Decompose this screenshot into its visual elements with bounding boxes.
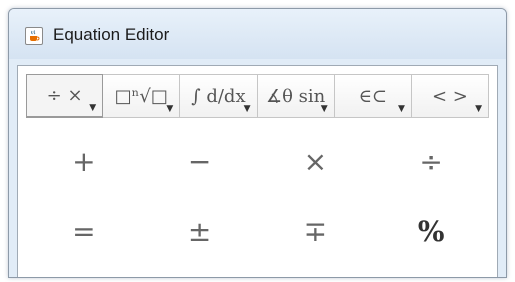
dropdown-arrow-icon: ▼ xyxy=(397,104,405,114)
java-cup-icon xyxy=(25,27,43,45)
dropdown-arrow-icon: ▼ xyxy=(166,104,174,114)
dropdown-arrow-icon: ▼ xyxy=(320,104,328,114)
equation-editor-window: Equation Editor ÷ × ▼ □ⁿ√□ ▼ ∫ d/dx ▼ ∡θ… xyxy=(8,8,507,278)
tab-label: ÷ × xyxy=(46,85,83,106)
title-bar[interactable]: Equation Editor xyxy=(9,9,506,59)
tab-superscript-roots[interactable]: □ⁿ√□ ▼ xyxy=(103,74,181,118)
dropdown-arrow-icon: ▼ xyxy=(243,104,251,114)
dropdown-arrow-icon: ▼ xyxy=(89,103,97,113)
tab-relations[interactable]: < > ▼ xyxy=(411,74,490,118)
symbol-palette: + − × ÷ = ± ∓ % xyxy=(18,126,497,277)
tab-label: ∡θ sin xyxy=(265,85,326,107)
dropdown-arrow-icon: ▼ xyxy=(475,104,483,114)
symbol-category-toolbar: ÷ × ▼ □ⁿ√□ ▼ ∫ d/dx ▼ ∡θ sin ▼ ∈⊂ ▼ < > … xyxy=(26,74,490,118)
symbol-minus-button[interactable]: − xyxy=(142,126,258,196)
symbol-equals-button[interactable]: = xyxy=(26,196,142,266)
symbol-times-button[interactable]: × xyxy=(258,126,374,196)
window-title: Equation Editor xyxy=(53,25,170,44)
symbol-percent-button[interactable]: % xyxy=(373,196,489,266)
symbol-plus-minus-button[interactable]: ± xyxy=(142,196,258,266)
symbol-minus-plus-button[interactable]: ∓ xyxy=(258,196,374,266)
tab-integrals-derivatives[interactable]: ∫ d/dx ▼ xyxy=(180,74,258,118)
tab-arithmetic-operators[interactable]: ÷ × ▼ xyxy=(26,74,104,118)
symbol-divide-button[interactable]: ÷ xyxy=(373,126,489,196)
tab-angles-trig[interactable]: ∡θ sin ▼ xyxy=(257,74,335,118)
tab-label: □ⁿ√□ xyxy=(114,85,168,107)
editor-panel: ÷ × ▼ □ⁿ√□ ▼ ∫ d/dx ▼ ∡θ sin ▼ ∈⊂ ▼ < > … xyxy=(17,65,498,277)
tab-label: ∫ d/dx xyxy=(191,85,246,107)
symbol-plus-button[interactable]: + xyxy=(26,126,142,196)
tab-label: < > xyxy=(432,85,468,107)
tab-label: ∈⊂ xyxy=(358,85,387,107)
tab-set-operators[interactable]: ∈⊂ ▼ xyxy=(334,74,412,118)
